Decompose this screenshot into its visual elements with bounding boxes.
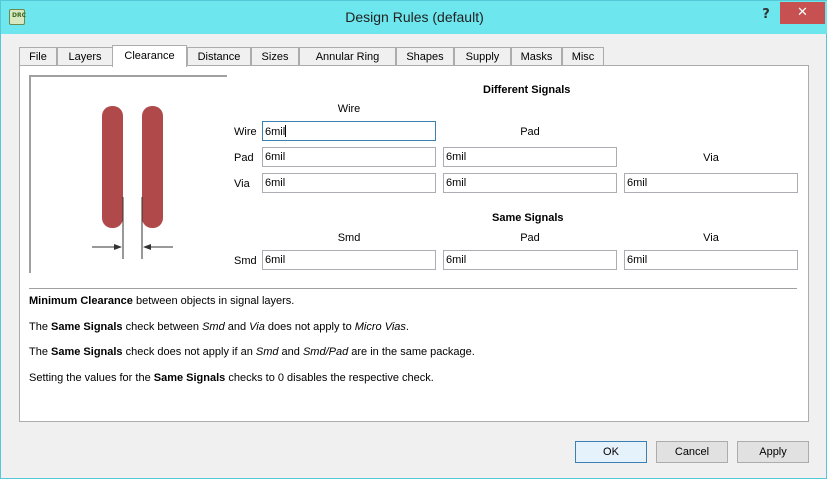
tab-masks[interactable]: Masks (511, 47, 562, 67)
col-header-same-via: Via (703, 232, 719, 244)
tab-layers[interactable]: Layers (57, 47, 113, 67)
smd-via-field[interactable]: 6mil (624, 250, 798, 270)
col-header-same-pad: Pad (520, 232, 540, 244)
col-header-pad: Pad (520, 126, 540, 138)
tab-distance[interactable]: Distance (187, 47, 251, 67)
tab-sizes[interactable]: Sizes (251, 47, 299, 67)
ok-button[interactable]: OK (575, 441, 647, 463)
smd-smd-field[interactable]: 6mil (262, 250, 436, 270)
same-signals-heading: Same Signals (492, 212, 564, 224)
section-divider (29, 288, 797, 289)
col-header-wire: Wire (337, 103, 361, 115)
trace-left (102, 106, 123, 228)
trace-right (142, 106, 163, 228)
col-header-via: Via (703, 152, 719, 164)
row-label-wire: Wire (234, 126, 257, 138)
note-same-package: The Same Signals check does not apply if… (29, 346, 475, 358)
tab-file[interactable]: File (19, 47, 57, 67)
close-button[interactable]: ✕ (780, 2, 825, 24)
note-minimum-clearance: Minimum Clearance between objects in sig… (29, 295, 295, 307)
apply-button[interactable]: Apply (737, 441, 809, 463)
col-header-smd: Smd (337, 232, 361, 244)
tab-shapes[interactable]: Shapes (396, 47, 454, 67)
title-bar[interactable]: DRC Design Rules (default) ? ✕ (1, 1, 827, 34)
tab-clearance[interactable]: Clearance (112, 45, 187, 67)
text-caret (285, 125, 287, 137)
clearance-preview (29, 75, 227, 273)
smd-pad-field[interactable]: 6mil (443, 250, 617, 270)
design-rules-window: DRC Design Rules (default) ? ✕ File Laye… (0, 0, 827, 479)
via-pad-field[interactable]: 6mil (443, 173, 617, 193)
arrowhead-left (114, 244, 122, 250)
pad-pad-field[interactable]: 6mil (443, 147, 617, 167)
row-label-pad: Pad (234, 152, 254, 164)
wire-wire-value: 6mil (265, 126, 286, 138)
row-label-smd: Smd (234, 255, 257, 267)
wire-wire-field[interactable]: 6mil (262, 121, 436, 141)
via-wire-field[interactable]: 6mil (262, 173, 436, 193)
cancel-button[interactable]: Cancel (656, 441, 728, 463)
clearance-illustration (92, 106, 173, 259)
tab-supply[interactable]: Supply (454, 47, 511, 67)
tab-annular-ring[interactable]: Annular Ring (299, 47, 396, 67)
pad-wire-field[interactable]: 6mil (262, 147, 436, 167)
via-via-field[interactable]: 6mil (624, 173, 798, 193)
note-micro-vias: The Same Signals check between Smd and V… (29, 321, 409, 333)
help-button[interactable]: ? (753, 5, 779, 25)
row-label-via: Via (234, 178, 250, 190)
different-signals-heading: Different Signals (483, 84, 571, 96)
arrowhead-right (143, 244, 151, 250)
window-title: Design Rules (default) (345, 9, 484, 25)
tab-misc[interactable]: Misc (562, 47, 604, 67)
note-disable-check: Setting the values for the Same Signals … (29, 372, 434, 384)
